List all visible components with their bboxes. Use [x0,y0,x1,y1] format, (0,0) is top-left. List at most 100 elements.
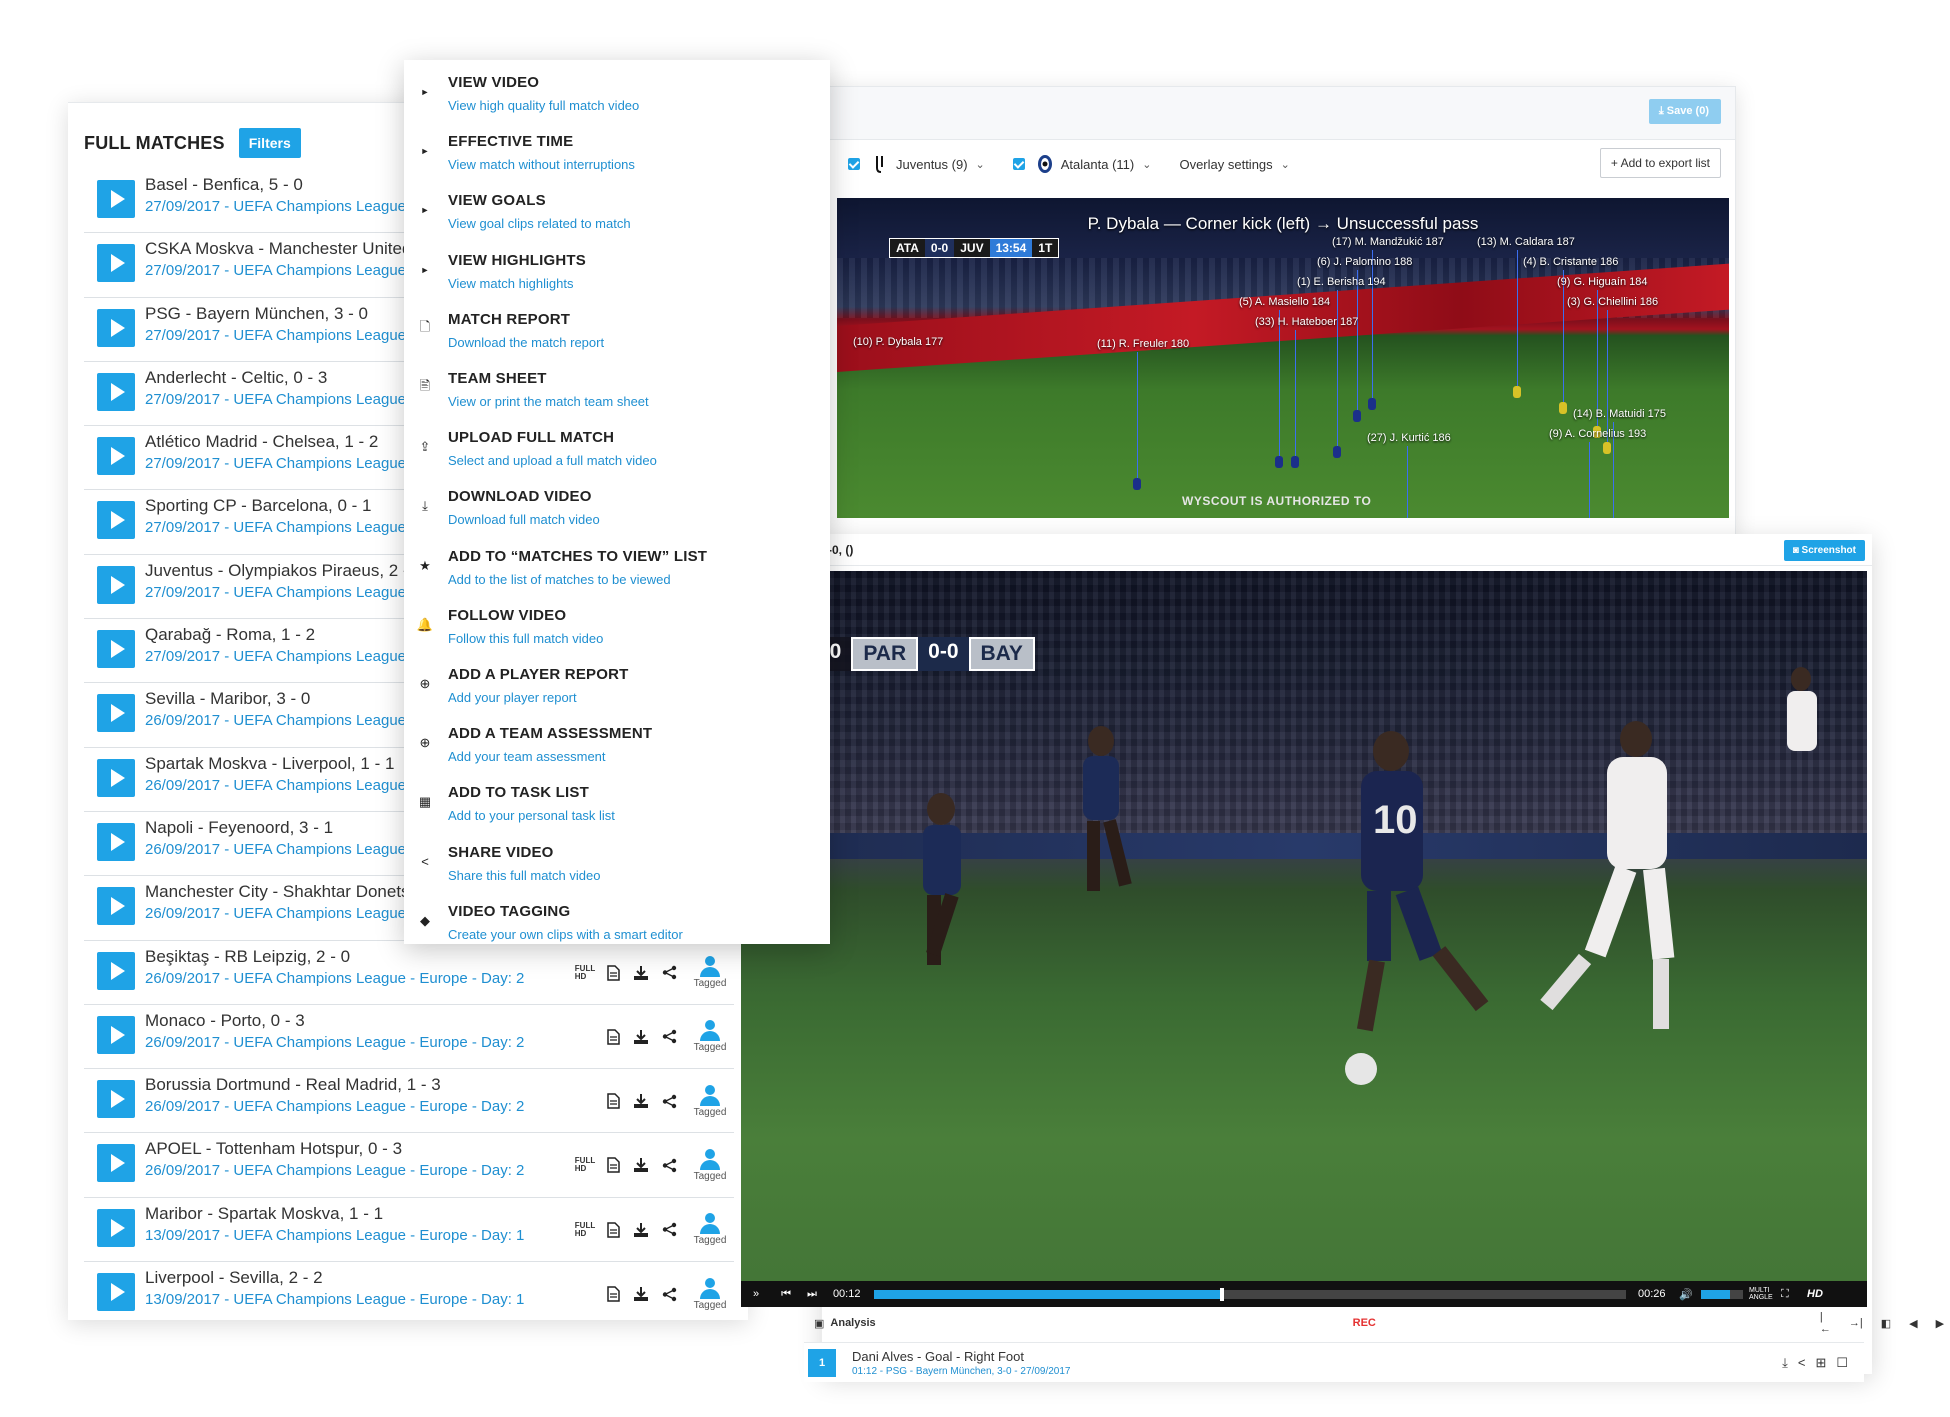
analysis-video[interactable]: P. Dybala — Corner kick (left) → Unsucce… [837,198,1729,518]
menu-item[interactable]: ⇪ UPLOAD FULL MATCH Select and upload a fu… [404,423,830,482]
match-title[interactable]: Napoli - Feyenoord, 3 - 1 [145,818,333,838]
play-button[interactable] [97,244,135,283]
analysis-tab[interactable]: Analysis [830,1317,875,1329]
clip-icon[interactable]: ◧ [1881,1317,1891,1330]
play-button[interactable] [97,565,135,604]
tagged-status[interactable]: Tagged [688,1084,732,1118]
match-title[interactable]: APOEL - Tottenham Hotspur, 0 - 3 [145,1139,402,1159]
menu-item[interactable]: < SHARE VIDEO Share this full match video [404,838,830,897]
play-button[interactable] [97,1208,135,1247]
match-title[interactable]: PSG - Bayern München, 3 - 0 [145,304,368,324]
download-icon[interactable] [632,1285,650,1303]
match-title[interactable]: Liverpool - Sevilla, 2 - 2 [145,1268,323,1288]
match-title[interactable]: Maribor - Spartak Moskva, 1 - 1 [145,1204,383,1224]
match-title[interactable]: Basel - Benfica, 5 - 0 [145,175,303,195]
menu-item[interactable]: ► EFFECTIVE TIME View match without interr… [404,127,830,186]
match-row[interactable]: Borussia Dortmund - Real Madrid, 1 - 3 26… [84,1069,734,1134]
previous-icon[interactable]: ⏮ [781,1288,791,1301]
volume-slider[interactable] [1701,1290,1743,1299]
download-icon[interactable]: ⤓ [1782,1355,1788,1371]
menu-item[interactable]: ► VIEW VIDEO View high quality full match … [404,68,830,127]
chevron-down-icon[interactable]: ⌄ [1281,158,1290,171]
share-icon[interactable]: < [1798,1355,1806,1371]
download-icon[interactable] [632,1092,650,1110]
download-icon[interactable] [632,1156,650,1174]
match-title[interactable]: Borussia Dortmund - Real Madrid, 1 - 3 [145,1075,441,1095]
chevron-down-icon[interactable]: ⌄ [1142,158,1151,171]
team1-label[interactable]: Juventus (9) [896,157,968,172]
play-button[interactable] [97,630,135,669]
forward-icon[interactable]: ▶ [1936,1317,1944,1330]
match-row[interactable]: Monaco - Porto, 0 - 3 26/09/2017 - UEFA C… [84,1005,734,1070]
share-icon[interactable] [660,1028,678,1046]
share-icon[interactable] [660,964,678,982]
play-button[interactable] [97,437,135,476]
chevron-down-icon[interactable]: ⌄ [976,158,985,171]
match-title[interactable]: Spartak Moskva - Liverpool, 1 - 1 [145,754,394,774]
play-button[interactable] [97,951,135,990]
progress-bar[interactable] [874,1288,1626,1301]
menu-item[interactable]: 🖹 TEAM SHEET View or print the match team … [404,364,830,423]
add-icon[interactable]: ⊞ [1815,1355,1826,1371]
match-title[interactable]: Juventus - Olympiakos Piraeus, 2 - 0 [145,561,423,581]
play-button[interactable] [97,887,135,926]
match-title[interactable]: Sevilla - Maribor, 3 - 0 [145,689,310,709]
document-icon[interactable] [604,964,622,982]
team1-checkbox[interactable] [848,158,860,170]
rewind-icon[interactable]: ◀ [1909,1317,1917,1330]
share-icon[interactable] [660,1156,678,1174]
tagged-status[interactable]: Tagged [688,1213,732,1246]
match-row[interactable]: APOEL - Tottenham Hotspur, 0 - 3 26/09/20… [84,1133,734,1198]
tagged-status[interactable]: Tagged [688,1020,732,1053]
play-button[interactable] [97,372,135,411]
play-button[interactable] [97,758,135,797]
document-icon[interactable] [604,1156,622,1174]
menu-item[interactable]: ⤓ DOWNLOAD VIDEO Download full match video [404,482,830,541]
share-icon[interactable] [660,1092,678,1110]
tagged-status[interactable]: Tagged [688,1277,732,1311]
play-button[interactable] [97,1273,135,1312]
tagged-status[interactable]: Tagged [688,956,732,989]
play-button[interactable] [97,822,135,861]
play-button[interactable] [97,1015,135,1054]
menu-item[interactable]: ⊕ ADD A TEAM ASSESSMENT Add your team asse… [404,719,830,778]
progress-knob[interactable] [1219,1288,1224,1301]
download-icon[interactable] [632,964,650,982]
team2-label[interactable]: Atalanta (11) [1061,157,1134,172]
play-button[interactable] [97,1144,135,1183]
mark-out-icon[interactable]: →| [1849,1317,1863,1329]
menu-item[interactable]: ► VIEW GOALS View goal clips related to ma… [404,186,830,245]
save-button[interactable]: ⤓ Save (0) [1648,99,1721,124]
match-title[interactable]: Atlético Madrid - Chelsea, 1 - 2 [145,432,378,452]
match-row[interactable]: Liverpool - Sevilla, 2 - 2 13/09/2017 - U… [84,1262,734,1320]
filters-button[interactable]: Filters [238,128,301,158]
menu-item[interactable]: ◆ VIDEO TAGGING Create your own clips with… [404,897,830,956]
team2-checkbox[interactable] [1012,158,1025,170]
match-title[interactable]: Sporting CP - Barcelona, 0 - 1 [145,496,371,516]
mark-in-icon[interactable]: |← [1820,1311,1831,1335]
match-title[interactable]: Anderlecht - Celtic, 0 - 3 [145,368,327,388]
menu-item[interactable]: ★ ADD TO “MATCHES TO VIEW” LIST Add to the… [404,542,830,601]
play-button[interactable] [97,694,135,733]
share-icon[interactable] [660,1221,678,1239]
document-icon[interactable] [604,1092,622,1110]
main-video[interactable]: :20 PAR 0-0 BAY 10 [741,571,1867,1281]
tagged-status[interactable]: Tagged [688,1148,732,1182]
document-icon[interactable] [604,1285,622,1303]
play-button[interactable] [97,1080,135,1119]
fullscreen-icon[interactable]: ⛶ [1781,1288,1789,1301]
document-icon[interactable] [604,1221,622,1239]
rec-label[interactable]: REC [1353,1317,1376,1329]
play-button[interactable] [97,308,135,347]
download-icon[interactable] [632,1028,650,1046]
multi-angle-button[interactable]: MULTI ANGLE [1749,1287,1775,1301]
menu-item[interactable]: ▦ ADD TO TASK LIST Add to your personal ta… [404,778,830,837]
menu-item[interactable]: 🔔 FOLLOW VIDEO Follow this full match vide… [404,601,830,660]
menu-item[interactable]: 🗋 MATCH REPORT Download the match report [404,305,830,364]
add-to-export-button[interactable]: + Add to export list [1599,148,1721,178]
menu-item[interactable]: ⊕ ADD A PLAYER REPORT Add your player repo… [404,660,830,719]
select-checkbox[interactable]: ☐ [1836,1355,1848,1371]
volume-icon[interactable]: 🔊 [1679,1288,1693,1301]
match-row[interactable]: Maribor - Spartak Moskva, 1 - 1 13/09/201… [84,1198,734,1263]
match-title[interactable]: Monaco - Porto, 0 - 3 [145,1011,305,1031]
